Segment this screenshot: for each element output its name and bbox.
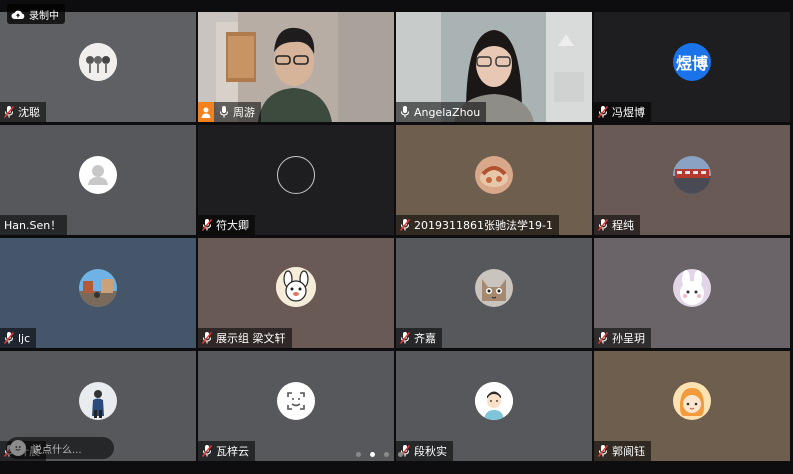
participant-tile[interactable]: 沈聪 bbox=[0, 12, 196, 122]
avatar bbox=[475, 156, 513, 194]
participant-tile[interactable]: 郭阆钰 bbox=[594, 351, 790, 461]
microphone-icon bbox=[399, 219, 411, 231]
name-label: 郭阆钰 bbox=[594, 441, 651, 461]
avatar bbox=[276, 267, 316, 307]
participant-tile[interactable]: ljc bbox=[0, 238, 196, 348]
video-grid: 沈聪 周游 AngelaZhou 煜博 冯煜博 Han.Sen！ 符大卿 201… bbox=[0, 12, 793, 462]
recording-label: 录制中 bbox=[29, 10, 59, 22]
microphone-icon bbox=[3, 106, 15, 118]
participant-tile[interactable]: 程纯 bbox=[594, 125, 790, 235]
name-label: 沈聪 bbox=[0, 102, 46, 122]
avatar: 煜博 bbox=[673, 43, 711, 81]
chat-input[interactable]: 说点什么... bbox=[6, 437, 114, 459]
emoji-icon[interactable] bbox=[10, 440, 26, 456]
microphone-icon bbox=[201, 219, 213, 231]
page-dot[interactable] bbox=[398, 452, 403, 457]
name-label: 冯煜博 bbox=[594, 102, 651, 122]
participant-tile[interactable]: 2019311861张驰法学19-1 bbox=[396, 125, 592, 235]
page-dot[interactable] bbox=[356, 452, 361, 457]
name-label: 程纯 bbox=[594, 215, 640, 235]
host-user-icon bbox=[201, 107, 211, 118]
microphone-icon bbox=[400, 106, 410, 118]
avatar bbox=[79, 269, 117, 307]
page-dot-active[interactable] bbox=[370, 452, 375, 457]
cloud-record-icon bbox=[11, 10, 25, 19]
participant-tile[interactable]: 段秋实 bbox=[396, 351, 592, 461]
microphone-icon bbox=[201, 445, 213, 457]
participant-tile[interactable]: 周游 bbox=[198, 12, 394, 122]
default-user-icon bbox=[79, 156, 117, 194]
microphone-icon bbox=[3, 332, 15, 344]
microphone-icon bbox=[597, 106, 609, 118]
microphone-icon bbox=[219, 106, 229, 118]
page-dot[interactable] bbox=[384, 452, 389, 457]
microphone-icon bbox=[597, 332, 609, 344]
host-badge bbox=[198, 102, 214, 122]
avatar bbox=[673, 269, 711, 307]
face-scan-icon bbox=[277, 382, 315, 420]
participant-tile[interactable]: 符大卿 bbox=[198, 125, 394, 235]
microphone-icon bbox=[399, 332, 411, 344]
chat-placeholder: 说点什么... bbox=[32, 444, 82, 456]
avatar bbox=[475, 382, 513, 420]
name-label: ljc bbox=[0, 328, 37, 348]
name-label: 段秋实 bbox=[396, 441, 453, 461]
participant-tile[interactable]: 展示组 梁文轩 bbox=[198, 238, 394, 348]
name-label: Han.Sen！ bbox=[0, 215, 68, 235]
avatar bbox=[673, 156, 711, 194]
name-label: 展示组 梁文轩 bbox=[198, 328, 292, 348]
page-indicator bbox=[356, 452, 403, 457]
participant-tile[interactable]: Han.Sen！ bbox=[0, 125, 196, 235]
microphone-icon bbox=[597, 219, 609, 231]
avatar bbox=[79, 382, 117, 420]
name-label: 2019311861张驰法学19-1 bbox=[396, 215, 559, 235]
participant-tile[interactable]: 孙呈玥 bbox=[594, 238, 790, 348]
microphone-icon bbox=[201, 332, 213, 344]
avatar bbox=[277, 156, 315, 194]
avatar bbox=[79, 43, 117, 81]
microphone-icon bbox=[597, 445, 609, 457]
name-label: AngelaZhou bbox=[396, 102, 487, 122]
name-label: 瓦梓云 bbox=[198, 441, 255, 461]
name-label: 符大卿 bbox=[198, 215, 255, 235]
name-label: 周游 bbox=[198, 102, 261, 122]
avatar bbox=[673, 382, 711, 420]
name-label: 孙呈玥 bbox=[594, 328, 651, 348]
name-label: 齐嘉 bbox=[396, 328, 442, 348]
participant-tile[interactable]: 齐嘉 bbox=[396, 238, 592, 348]
participant-tile[interactable]: 煜博 冯煜博 bbox=[594, 12, 790, 122]
avatar bbox=[475, 269, 513, 307]
recording-indicator[interactable]: 录制中 bbox=[7, 4, 65, 24]
participant-tile[interactable]: 瓦梓云 bbox=[198, 351, 394, 461]
participant-tile-active-speaker[interactable]: AngelaZhou bbox=[396, 12, 592, 122]
